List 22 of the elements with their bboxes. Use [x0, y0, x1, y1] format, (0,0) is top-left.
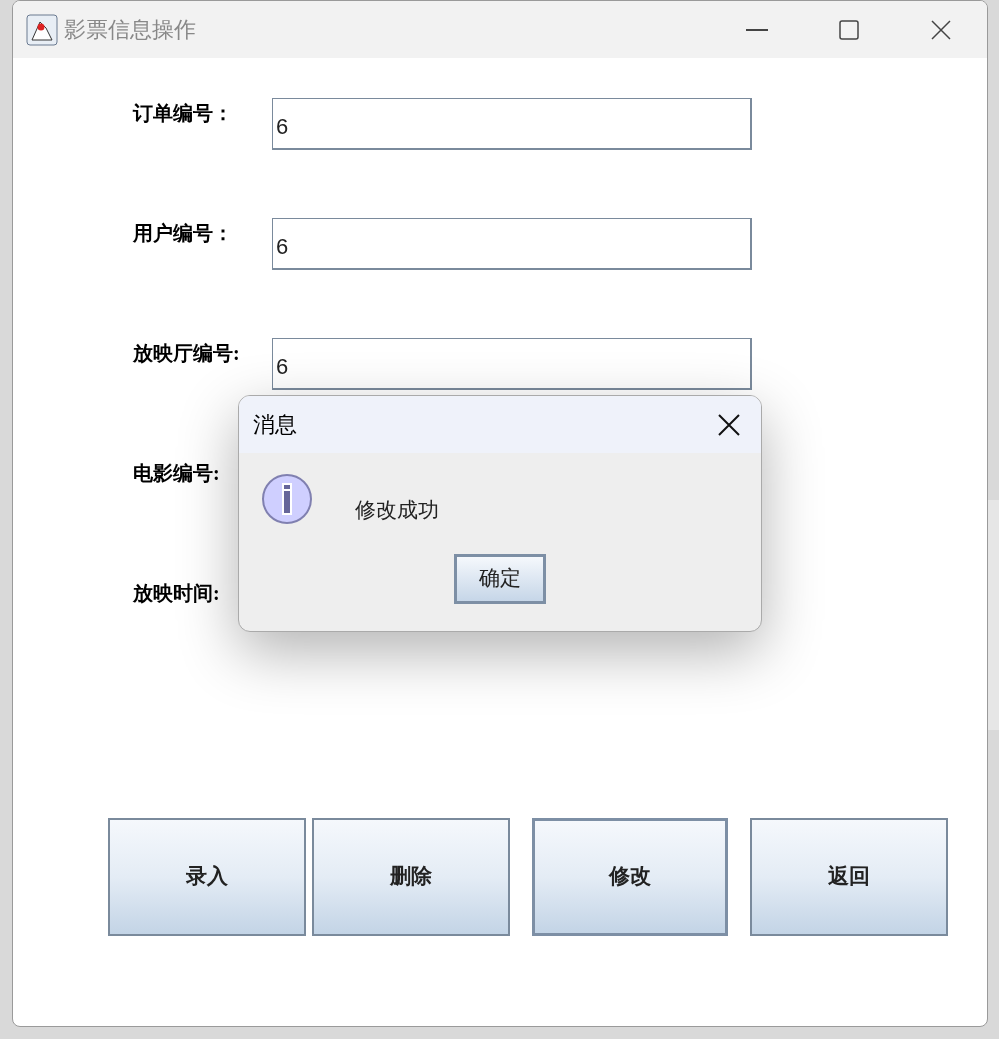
field-label: 订单编号： — [133, 101, 234, 126]
input-field[interactable]: 6 — [272, 218, 752, 270]
info-icon — [261, 473, 313, 525]
app-icon — [26, 13, 58, 46]
dialog-title: 消息 — [253, 411, 297, 439]
field-label: 放映时间: — [133, 581, 221, 606]
window-title: 影票信息操作 — [64, 16, 196, 44]
dialog-message: 修改成功 — [355, 497, 439, 524]
action-button[interactable]: 删除 — [312, 818, 510, 936]
minimize-icon — [746, 28, 768, 31]
field-label: 放映厅编号: — [133, 341, 241, 366]
input-field[interactable]: 6 — [272, 98, 752, 150]
field-label: 用户编号： — [133, 221, 234, 246]
input-field[interactable]: 6 — [272, 338, 752, 390]
close-icon — [718, 413, 740, 436]
action-button[interactable]: 修改 — [532, 818, 728, 936]
action-button[interactable]: 录入 — [108, 818, 306, 936]
close-icon — [931, 19, 951, 40]
action-button[interactable]: 返回 — [750, 818, 948, 936]
maximize-icon — [839, 19, 859, 40]
field-label: 电影编号: — [133, 461, 221, 486]
ok-button[interactable]: 确定 — [454, 553, 546, 604]
